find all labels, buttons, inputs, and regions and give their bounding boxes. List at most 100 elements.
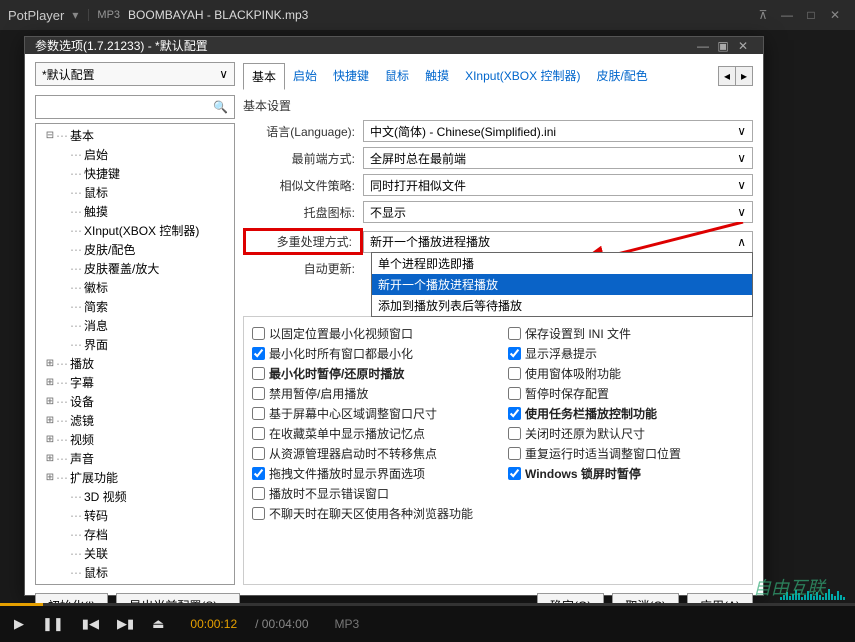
tree-item[interactable]: ⋯存档 [36,525,234,544]
option-checkbox[interactable]: 使用任务栏播放控制功能 [508,405,744,422]
options-grid: 以固定位置最小化视频窗口 保存设置到 INI 文件最小化时所有窗口都最小化 显示浮悬… [243,316,753,585]
tree-item[interactable]: ⋯鼠标 [36,563,234,582]
option-checkbox[interactable]: 播放时不显示错误窗口 [252,485,488,502]
group-title: 基本设置 [243,95,753,120]
eject-button[interactable]: ⏏ [152,616,164,632]
multi-option[interactable]: 添加到播放列表后等待播放 [372,295,752,316]
tab-6[interactable]: 皮肤/配色 [588,63,655,88]
pin-icon[interactable]: ⊼ [751,8,775,22]
tree-item[interactable]: ⊞⋯字幕 [36,373,234,392]
tree-item[interactable]: ⊟⋯基本 [36,126,234,145]
tree-item[interactable]: ⊞⋯播放 [36,354,234,373]
option-checkbox[interactable]: 最小化时所有窗口都最小化 [252,345,488,362]
tree-item[interactable]: ⋯XInput(XBOX 控制器) [36,221,234,240]
play-format: MP3 [335,617,360,631]
tab-1[interactable]: 启始 [285,63,325,88]
tree-item[interactable]: ⋯简索 [36,297,234,316]
tree-item[interactable]: ⋯鼠标 [36,183,234,202]
close-icon[interactable]: ✕ [823,8,847,22]
multi-option[interactable]: 单个进程即选即播 [372,253,752,274]
config-profile-value: *默认配置 [42,66,95,83]
play-button[interactable]: ▶ [14,616,24,632]
tab-scroll-right[interactable]: ▸ [735,66,753,86]
dialog-title: 参数选项(1.7.21233) - *默认配置 [35,37,208,54]
front-label: 最前端方式: [243,150,363,167]
tab-3[interactable]: 鼠标 [377,63,417,88]
chevron-down-icon: ∨ [219,67,228,81]
tree-item[interactable]: ⊞⋯滤镜 [36,411,234,430]
tree-item[interactable]: ⋯转码 [36,506,234,525]
option-checkbox[interactable]: 在收藏菜单中显示播放记忆点 [252,425,488,442]
tree-item[interactable]: ⋯界面 [36,335,234,354]
option-checkbox[interactable]: 禁用暂停/启用播放 [252,385,488,402]
tree-item[interactable]: ⋯关联 [36,544,234,563]
option-checkbox[interactable]: 显示浮悬提示 [508,345,744,362]
tree-item[interactable]: ⊞⋯声音 [36,449,234,468]
option-checkbox[interactable]: 重复运行时适当调整窗口位置 [508,445,744,462]
chevron-up-icon: ∧ [737,235,746,249]
option-checkbox[interactable]: 以固定位置最小化视频窗口 [252,325,488,342]
similar-combo[interactable]: 同时打开相似文件∨ [363,174,753,196]
language-combo[interactable]: 中文(简体) - Chinese(Simplified).ini∨ [363,120,753,142]
category-tree[interactable]: ⊟⋯基本⋯启始⋯快捷键⋯鼠标⋯触摸⋯XInput(XBOX 控制器)⋯皮肤/配色… [35,123,235,585]
pause-button[interactable]: ❚❚ [42,616,64,632]
tree-item[interactable]: ⋯启始 [36,145,234,164]
dialog-close-icon[interactable]: ✕ [733,39,753,53]
tab-0[interactable]: 基本 [243,63,285,90]
tab-4[interactable]: 触摸 [417,63,457,88]
next-button[interactable]: ▶▮ [117,616,134,632]
option-checkbox[interactable]: 最小化时暂停/还原时播放 [252,365,488,382]
tree-item[interactable]: ⊞⋯视频 [36,430,234,449]
multi-label: 多重处理方式: [243,228,363,255]
option-checkbox[interactable]: 基于屏幕中心区域调整窗口尺寸 [252,405,488,422]
tab-scroll-left[interactable]: ◂ [718,66,736,86]
option-checkbox[interactable]: 拖拽文件播放时显示界面选项 [252,465,488,482]
option-checkbox[interactable]: 不聊天时在聊天区使用各种浏览器功能 [252,505,744,522]
maximize-icon[interactable]: □ [799,8,823,22]
option-checkbox[interactable]: 从资源管理器启动时不转移焦点 [252,445,488,462]
tree-item[interactable]: ⊞⋯扩展功能 [36,468,234,487]
tree-item[interactable]: ⋯3D 视频 [36,487,234,506]
multi-option[interactable]: 新开一个播放进程播放 [372,274,752,295]
tree-item[interactable]: ⋯触摸 [36,202,234,221]
dialog-pin-icon[interactable]: ▣ [713,39,733,53]
option-checkbox[interactable]: 使用窗体吸附功能 [508,365,744,382]
duration: / 00:04:00 [255,617,308,631]
tree-item[interactable]: ⋯皮肤/配色 [36,240,234,259]
language-label: 语言(Language): [243,123,363,140]
multi-combo[interactable]: 新开一个播放进程播放∧ [363,231,753,253]
update-label: 自动更新: [243,260,363,277]
tree-item[interactable]: ⋯消息 [36,316,234,335]
tree-item[interactable]: ⋯皮肤覆盖/放大 [36,259,234,278]
dialog-minimize-icon[interactable]: — [693,39,713,53]
file-name: BOOMBAYAH - BLACKPINK.mp3 [128,8,308,22]
tray-combo[interactable]: 不显示∨ [363,201,753,223]
current-time: 00:00:12 [190,617,237,631]
tab-2[interactable]: 快捷键 [325,63,377,88]
tab-5[interactable]: XInput(XBOX 控制器) [457,63,588,88]
option-checkbox[interactable]: 保存设置到 INI 文件 [508,325,744,342]
minimize-icon[interactable]: — [775,8,799,22]
search-icon: 🔍 [213,100,228,114]
tab-bar: 基本启始快捷键鼠标触摸XInput(XBOX 控制器)皮肤/配色 ◂ ▸ [243,62,753,89]
option-checkbox[interactable]: 暂停时保存配置 [508,385,744,402]
chevron-down-icon: ∨ [737,205,746,219]
config-profile-combo[interactable]: *默认配置 ∨ [35,62,235,86]
chevron-down-icon: ∨ [737,151,746,165]
search-input[interactable]: 🔍 [35,95,235,119]
tree-item[interactable]: ⋯快捷键 [36,164,234,183]
app-name: PotPlayer [8,8,64,23]
format-label: MP3 [88,9,120,21]
chevron-down-icon: ∨ [737,178,746,192]
chevron-down-icon: ∨ [737,124,746,138]
option-checkbox[interactable]: Windows 锁屏时暂停 [508,465,744,482]
tree-item[interactable]: ⊞⋯设备 [36,392,234,411]
multi-dropdown[interactable]: 单个进程即选即播新开一个播放进程播放添加到播放列表后等待播放 [371,252,753,317]
option-checkbox[interactable]: 关闭时还原为默认尺寸 [508,425,744,442]
similar-label: 相似文件策略: [243,177,363,194]
dropdown-icon[interactable]: ▾ [72,8,78,22]
prev-button[interactable]: ▮◀ [82,616,99,632]
front-combo[interactable]: 全屏时总在最前端∨ [363,147,753,169]
tree-item[interactable]: ⋯徽标 [36,278,234,297]
visualizer [780,582,845,600]
